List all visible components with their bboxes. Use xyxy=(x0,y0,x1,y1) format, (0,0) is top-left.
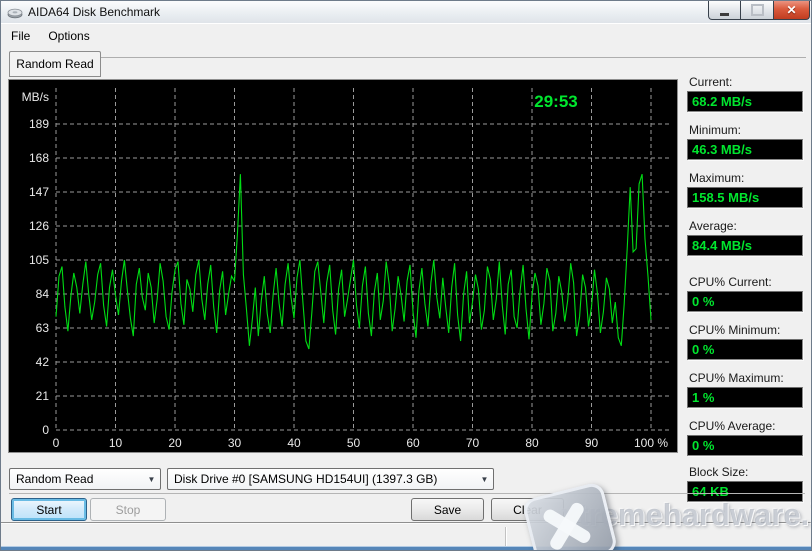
test-type-select[interactable]: Random Read ▼ xyxy=(9,468,161,490)
stat-label: Block Size: xyxy=(689,465,748,479)
x-tick-label: 70 xyxy=(466,436,480,450)
menu-options[interactable]: Options xyxy=(40,26,97,46)
stat-label: CPU% Current: xyxy=(689,275,772,289)
window-bottom-border xyxy=(1,547,811,550)
x-tick-label: 20 xyxy=(168,436,182,450)
tab-label: Random Read xyxy=(16,57,93,71)
y-axis-unit: MB/s xyxy=(22,90,49,104)
stat-label: Average: xyxy=(689,219,737,233)
y-tick-label: 105 xyxy=(29,253,49,267)
chevron-down-icon: ▼ xyxy=(143,475,160,484)
y-tick-label: 126 xyxy=(29,219,49,233)
chart-canvas: MB/s 189 168 147 126 105 84 63 42 21 00 10 20 30 40 50 6… xyxy=(9,80,677,452)
xtremehardware-logo-icon xyxy=(522,481,619,551)
stat-value: 84.4 MB/s xyxy=(687,235,803,256)
y-tick-label: 42 xyxy=(36,355,50,369)
x-tick-label: 40 xyxy=(287,436,301,450)
disk-drive-select[interactable]: Disk Drive #0 [SAMSUNG HD154UI] (1397.3 … xyxy=(167,468,494,490)
chevron-down-icon: ▼ xyxy=(476,475,493,484)
stat-value: 1 % xyxy=(687,387,803,408)
stat-label: Current: xyxy=(689,75,732,89)
stat-value: 68.2 MB/s xyxy=(687,91,803,112)
stat-value: 0 % xyxy=(687,291,803,312)
hard-disk-icon xyxy=(7,4,23,20)
y-tick-label: 147 xyxy=(29,185,49,199)
controls-separator xyxy=(9,493,805,494)
x-tick-label: 90 xyxy=(585,436,599,450)
y-tick-label: 189 xyxy=(29,117,49,131)
x-tick-label: 0 xyxy=(53,436,60,450)
x-tick-label: 100 % xyxy=(634,436,668,450)
stat-label: Maximum: xyxy=(689,171,744,185)
statusbar-pane-separator xyxy=(505,527,506,546)
test-type-value: Random Read xyxy=(10,472,143,486)
stat-value: 0 % xyxy=(687,435,803,456)
stat-value: 46.3 MB/s xyxy=(687,139,803,160)
y-tick-label: 84 xyxy=(36,287,50,301)
start-button[interactable]: Start xyxy=(11,498,87,521)
stat-label: Minimum: xyxy=(689,123,741,137)
stat-value: 0 % xyxy=(687,339,803,360)
app-window: AIDA64 Disk Benchmark ✕ File Options Ran… xyxy=(0,0,812,551)
stop-button: Stop xyxy=(90,498,166,521)
y-tick-label: 21 xyxy=(36,389,50,403)
y-tick-label: 168 xyxy=(29,151,49,165)
y-tick-label: 63 xyxy=(36,321,50,335)
save-button[interactable]: Save xyxy=(411,498,484,521)
x-tick-label: 30 xyxy=(228,436,242,450)
stat-label: CPU% Average: xyxy=(689,419,776,433)
disk-drive-value: Disk Drive #0 [SAMSUNG HD154UI] (1397.3 … xyxy=(168,472,476,486)
window-title: AIDA64 Disk Benchmark xyxy=(28,5,160,19)
stats-panel: Current: 68.2 MB/s Minimum: 46.3 MB/s Maximu… xyxy=(687,1,805,521)
stat-label: CPU% Maximum: xyxy=(689,371,784,385)
stat-value: 158.5 MB/s xyxy=(687,187,803,208)
elapsed-timer: 29:53 xyxy=(534,92,577,111)
x-tick-label: 10 xyxy=(109,436,123,450)
y-tick-label: 0 xyxy=(42,423,49,437)
tab-random-read[interactable]: Random Read xyxy=(9,51,101,77)
x-tick-label: 50 xyxy=(347,436,361,450)
stat-label: CPU% Minimum: xyxy=(689,323,780,337)
x-tick-label: 60 xyxy=(406,436,420,450)
x-tick-label: 80 xyxy=(525,436,539,450)
menu-file[interactable]: File xyxy=(3,26,38,46)
benchmark-chart: MB/s 189 168 147 126 105 84 63 42 21 00 10 20 30 40 50 6… xyxy=(9,80,677,452)
